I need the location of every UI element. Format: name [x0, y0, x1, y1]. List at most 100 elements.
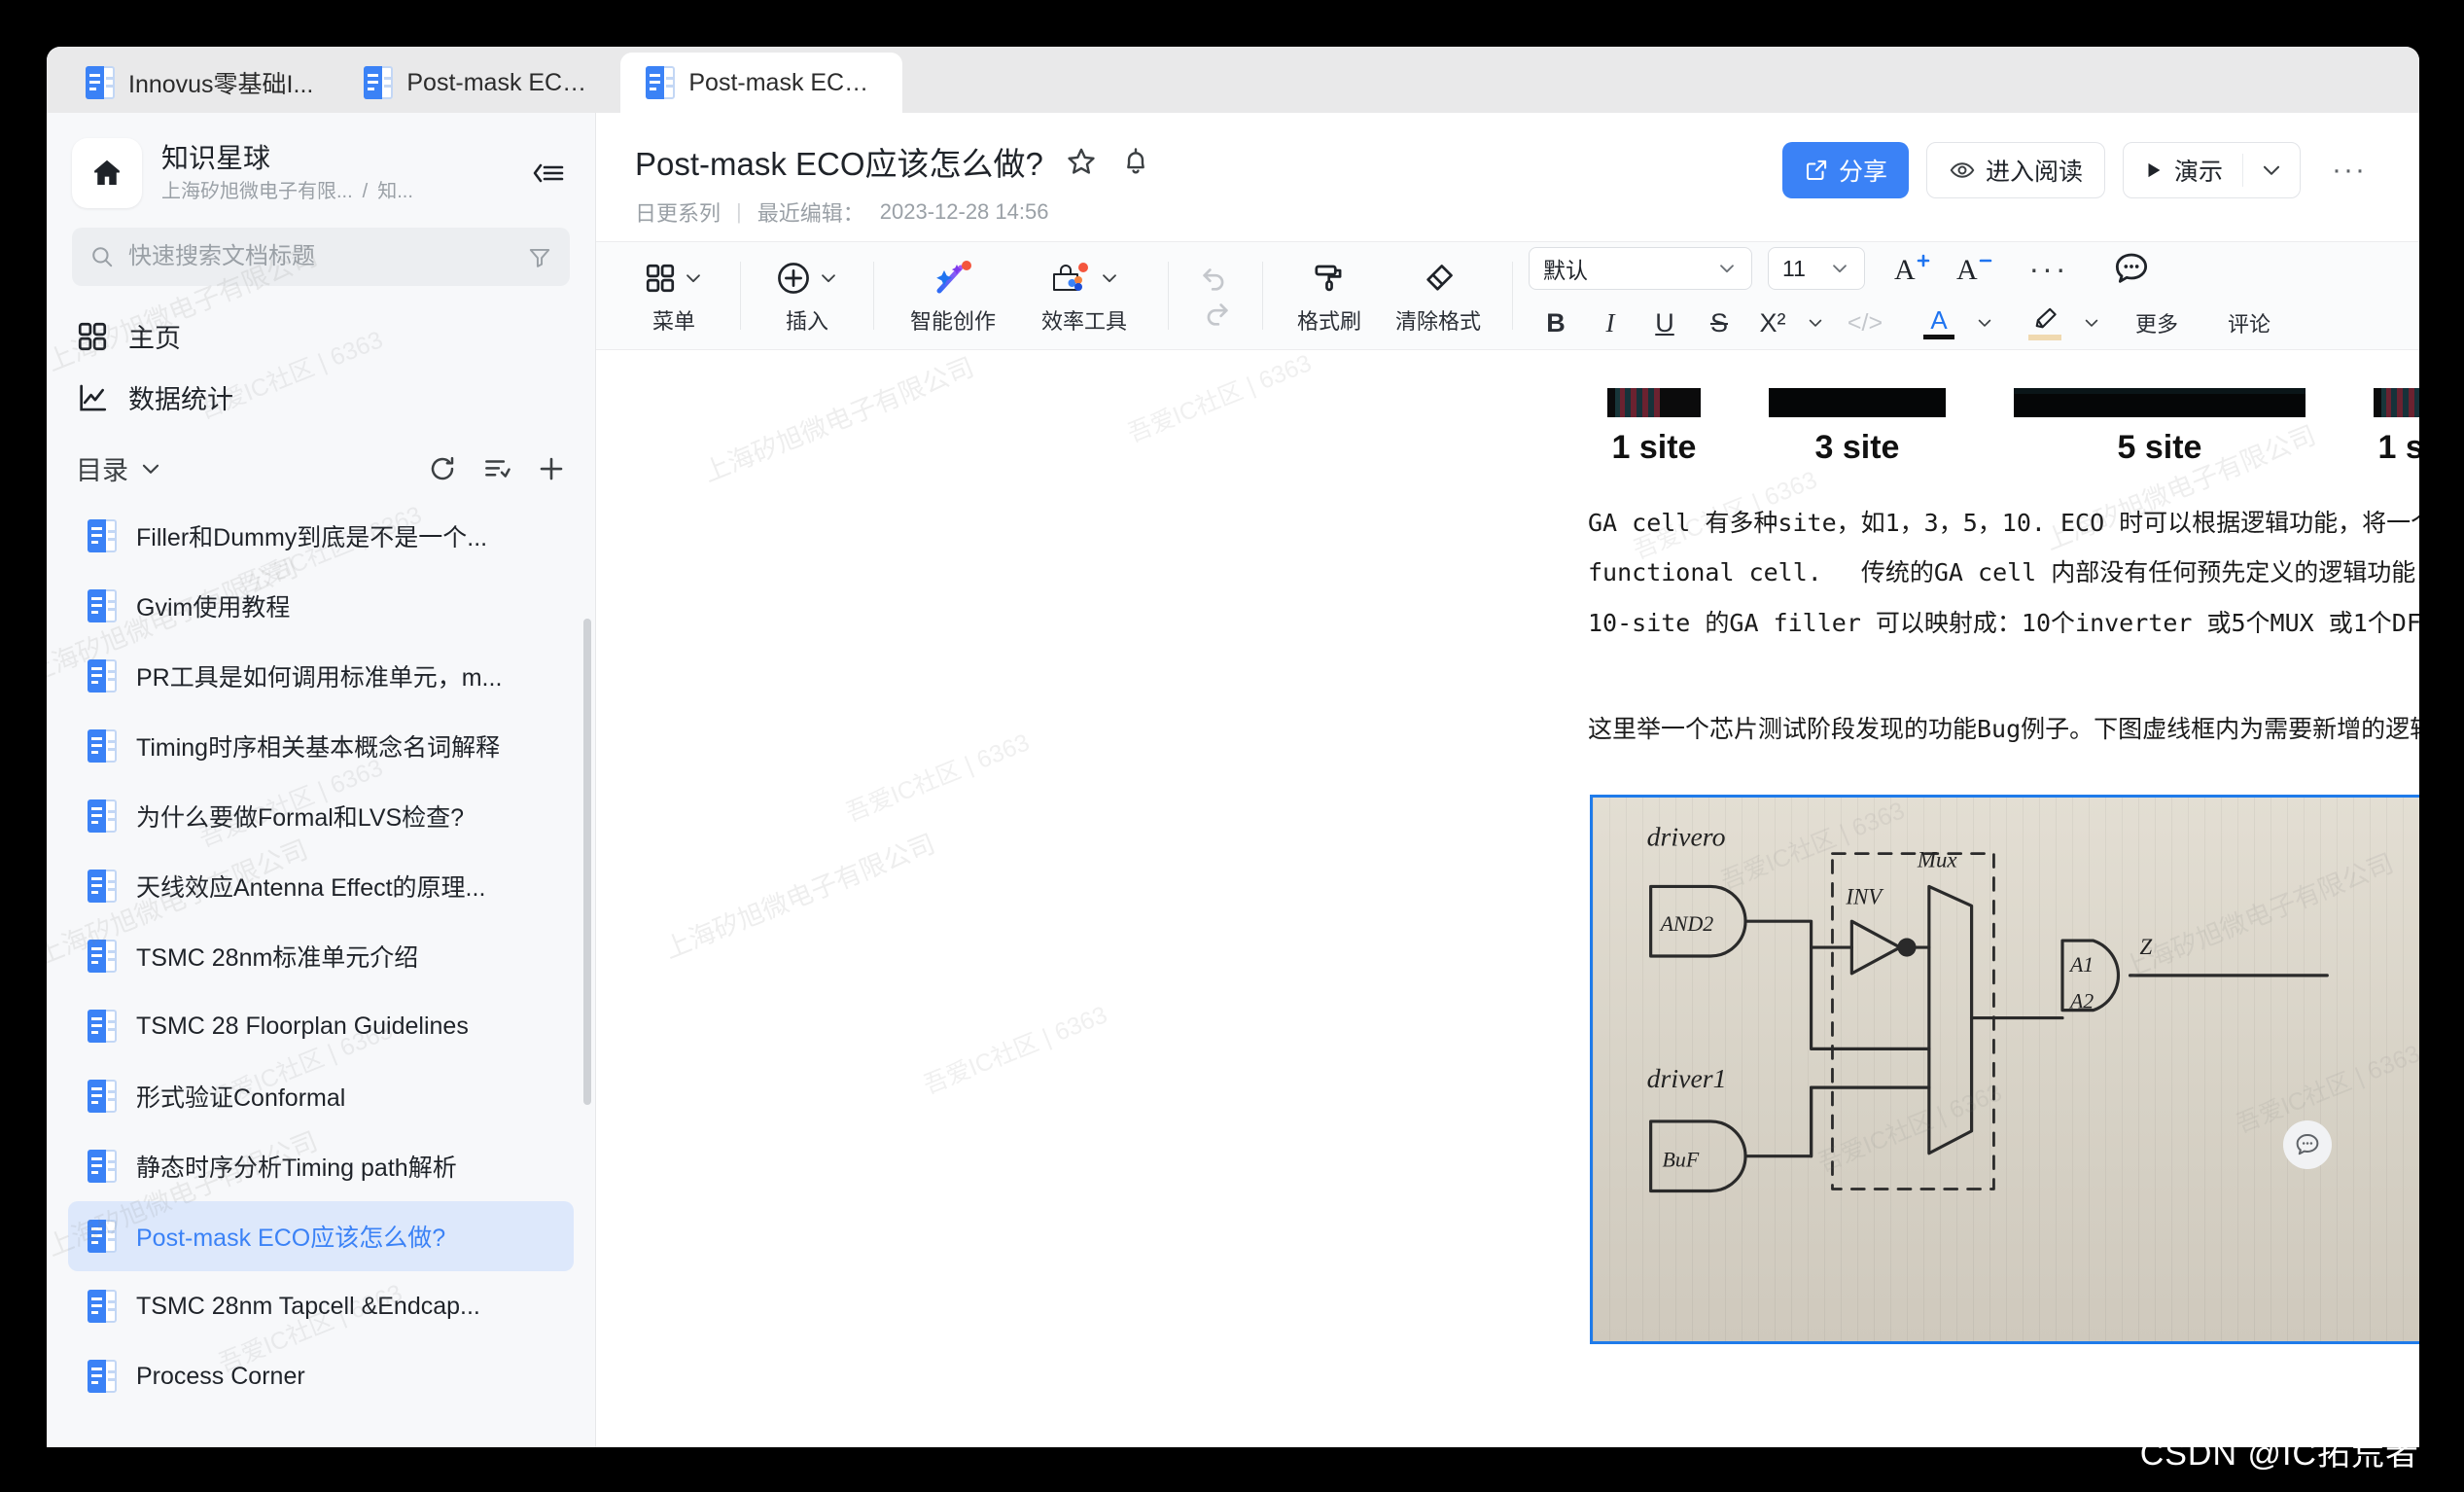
highlighter-icon [2035, 307, 2057, 328]
insert-button[interactable]: 插入 [757, 253, 858, 338]
bold-button[interactable]: B [1529, 301, 1583, 345]
document-list[interactable]: Filler和Dummy到底是不是一个... Gvim使用教程 PR工具是如何调用标… [47, 497, 595, 1447]
code-button[interactable]: </> [1832, 301, 1898, 345]
more-format-button[interactable]: 更多 [2108, 301, 2205, 345]
underline-button[interactable]: U [1637, 301, 1692, 345]
document-icon [88, 1010, 117, 1043]
highlight-button[interactable] [2015, 301, 2075, 345]
browser-tab-2[interactable]: Post-mask ECO... [338, 53, 620, 113]
label-a1: A1 [2068, 953, 2094, 977]
breadcrumb-leaf[interactable]: 知... [377, 177, 413, 206]
document-list-item[interactable]: Gvim使用教程 [68, 571, 574, 641]
italic-button[interactable]: I [1583, 301, 1637, 345]
document-list-item-label: Gvim使用教程 [136, 594, 291, 622]
painter-top [1312, 256, 1347, 301]
label-drivero: drivero [1647, 823, 1726, 853]
document-list-item-label: TSMC 28 Floorplan Guidelines [136, 1012, 469, 1040]
toolbox-icon [1053, 263, 1088, 291]
comment-panel-button[interactable]: 评论 [2205, 301, 2293, 345]
document-list-item[interactable]: PR工具是如何调用标准单元，m... [68, 641, 574, 711]
increase-font-size-button[interactable]: A [1881, 246, 1943, 291]
comment-icon [2296, 1134, 2319, 1155]
sidebar-scrollbar[interactable] [583, 619, 591, 1105]
browser-tab-1[interactable]: Innovus零基础I... [60, 53, 338, 113]
more-options-button[interactable]: ··· [2318, 154, 2380, 187]
breadcrumb-org[interactable]: 上海矽旭微电子有限... [161, 177, 353, 206]
comment-button[interactable] [2093, 246, 2170, 291]
search-box[interactable] [72, 228, 570, 286]
format-painter-button[interactable]: 格式刷 [1279, 253, 1380, 338]
document-list-item[interactable]: Process Corner [68, 1341, 574, 1411]
document-list-item[interactable]: TSMC 28nm Tapcell &Endcap... [68, 1271, 574, 1341]
sort-icon[interactable] [482, 454, 511, 483]
redo-icon[interactable] [1199, 299, 1232, 328]
page-title[interactable]: Post-mask ECO应该怎么做? [635, 138, 1043, 185]
read-mode-button[interactable]: 进入阅读 [1925, 142, 2105, 198]
share-button[interactable]: 分享 [1781, 142, 1909, 198]
text-color-button[interactable]: A [1910, 301, 1968, 345]
font-size-select[interactable]: 11 [1768, 247, 1865, 290]
document-list-item-selected[interactable]: Post-mask ECO应该怎么做? [68, 1201, 574, 1271]
star-icon[interactable] [1065, 145, 1098, 178]
toolbar-divider [1262, 262, 1263, 330]
document-title-row: Post-mask ECO应该怎么做? [635, 138, 1782, 185]
document-icon [88, 1080, 117, 1113]
bell-icon[interactable] [1119, 145, 1152, 178]
home-button[interactable] [72, 138, 142, 208]
superscript-dropdown[interactable] [1799, 301, 1832, 345]
label-mux: Mux [1917, 848, 1957, 872]
label-driver1: driver1 [1647, 1064, 1727, 1094]
document-list-item[interactable]: 静态时序分析Timing path解析 [68, 1131, 574, 1201]
document-list-item[interactable]: TSMC 28 Floorplan Guidelines [68, 991, 574, 1061]
document-icon [88, 799, 117, 833]
font-style-select[interactable]: 默认 [1529, 247, 1752, 290]
document-icon [88, 589, 117, 622]
strikethrough-button[interactable]: S [1692, 301, 1746, 345]
document-page: 上海矽旭微电子有限公司 吾爱IC社区 | 6363 吾爱IC社区 | 6363 … [596, 350, 2419, 1344]
browser-tab-3-active[interactable]: Post-mask ECO... [620, 53, 903, 113]
chevron-down-icon[interactable] [138, 456, 163, 481]
catalog-title: 目录 [76, 456, 128, 485]
ai-create-button[interactable]: 智能创作 [890, 253, 1016, 338]
sidebar-item-statistics[interactable]: 数据统计 [47, 367, 595, 428]
toolbar-more-button[interactable]: ··· [2005, 246, 2093, 291]
highlight-dropdown[interactable] [2075, 301, 2108, 345]
side-comment-button[interactable] [2283, 1120, 2332, 1169]
document-scroll-area[interactable]: 上海矽旭微电子有限公司 吾爱IC社区 | 6363 吾爱IC社区 | 6363 … [596, 350, 2419, 1447]
workspace-name: 知识星球 [161, 143, 271, 174]
document-list-item[interactable]: Timing时序相关基本概念名词解释 [68, 711, 574, 781]
filter-icon[interactable] [527, 244, 552, 269]
schematic-figure[interactable]: drivero AND2 driver1 BuF INV Mux A1 A2 Z [1590, 795, 2419, 1344]
label-buf: BuF [1663, 1149, 1700, 1172]
document-list-item[interactable]: 形式验证Conformal [68, 1061, 574, 1131]
collapse-sidebar-button[interactable] [525, 151, 570, 195]
refresh-icon[interactable] [428, 454, 457, 483]
site-bar [2014, 388, 2306, 417]
present-label: 演示 [2174, 159, 2224, 186]
efficiency-tools-button[interactable]: 效率工具 [1016, 253, 1152, 338]
site-figure-item: 3 site [1769, 388, 1946, 467]
watermark: 吾爱IC社区 | 6363 [841, 728, 1034, 828]
search-input[interactable] [128, 243, 513, 270]
document-header: Post-mask ECO应该怎么做? 日更系列 | 最近编辑： 2023-12… [596, 113, 2419, 241]
chevron-down-icon [1833, 265, 1847, 273]
document-list-item[interactable]: 天线效应Antenna Effect的原理... [68, 851, 574, 921]
chevron-down-icon [2085, 319, 2098, 327]
label-and2: AND2 [1659, 912, 1714, 936]
text-color-dropdown[interactable] [1968, 301, 2001, 345]
superscript-button[interactable]: X² [1746, 301, 1799, 345]
present-button[interactable]: 演示 [2124, 153, 2242, 188]
plus-icon[interactable] [537, 454, 566, 483]
present-dropdown-button[interactable] [2242, 154, 2300, 187]
decrease-font-size-button[interactable]: A [1943, 246, 2005, 291]
document-list-item[interactable]: TSMC 28nm标准单元介绍 [68, 921, 574, 991]
document-list-item[interactable]: Filler和Dummy到底是不是一个... [68, 501, 574, 571]
menu-button[interactable]: 菜单 [623, 253, 724, 338]
undo-icon[interactable] [1199, 264, 1232, 293]
doc-series: 日更系列 [635, 201, 722, 226]
sidebar-item-home[interactable]: 主页 [47, 305, 595, 367]
text-format-group: 默认 11 A A ··· B I U S X² </> A 更多 评论 [1529, 246, 2293, 345]
label-a2: A2 [2068, 990, 2094, 1013]
document-list-item[interactable]: 为什么要做Formal和LVS检查? [68, 781, 574, 851]
clear-format-button[interactable]: 清除格式 [1380, 253, 1496, 338]
